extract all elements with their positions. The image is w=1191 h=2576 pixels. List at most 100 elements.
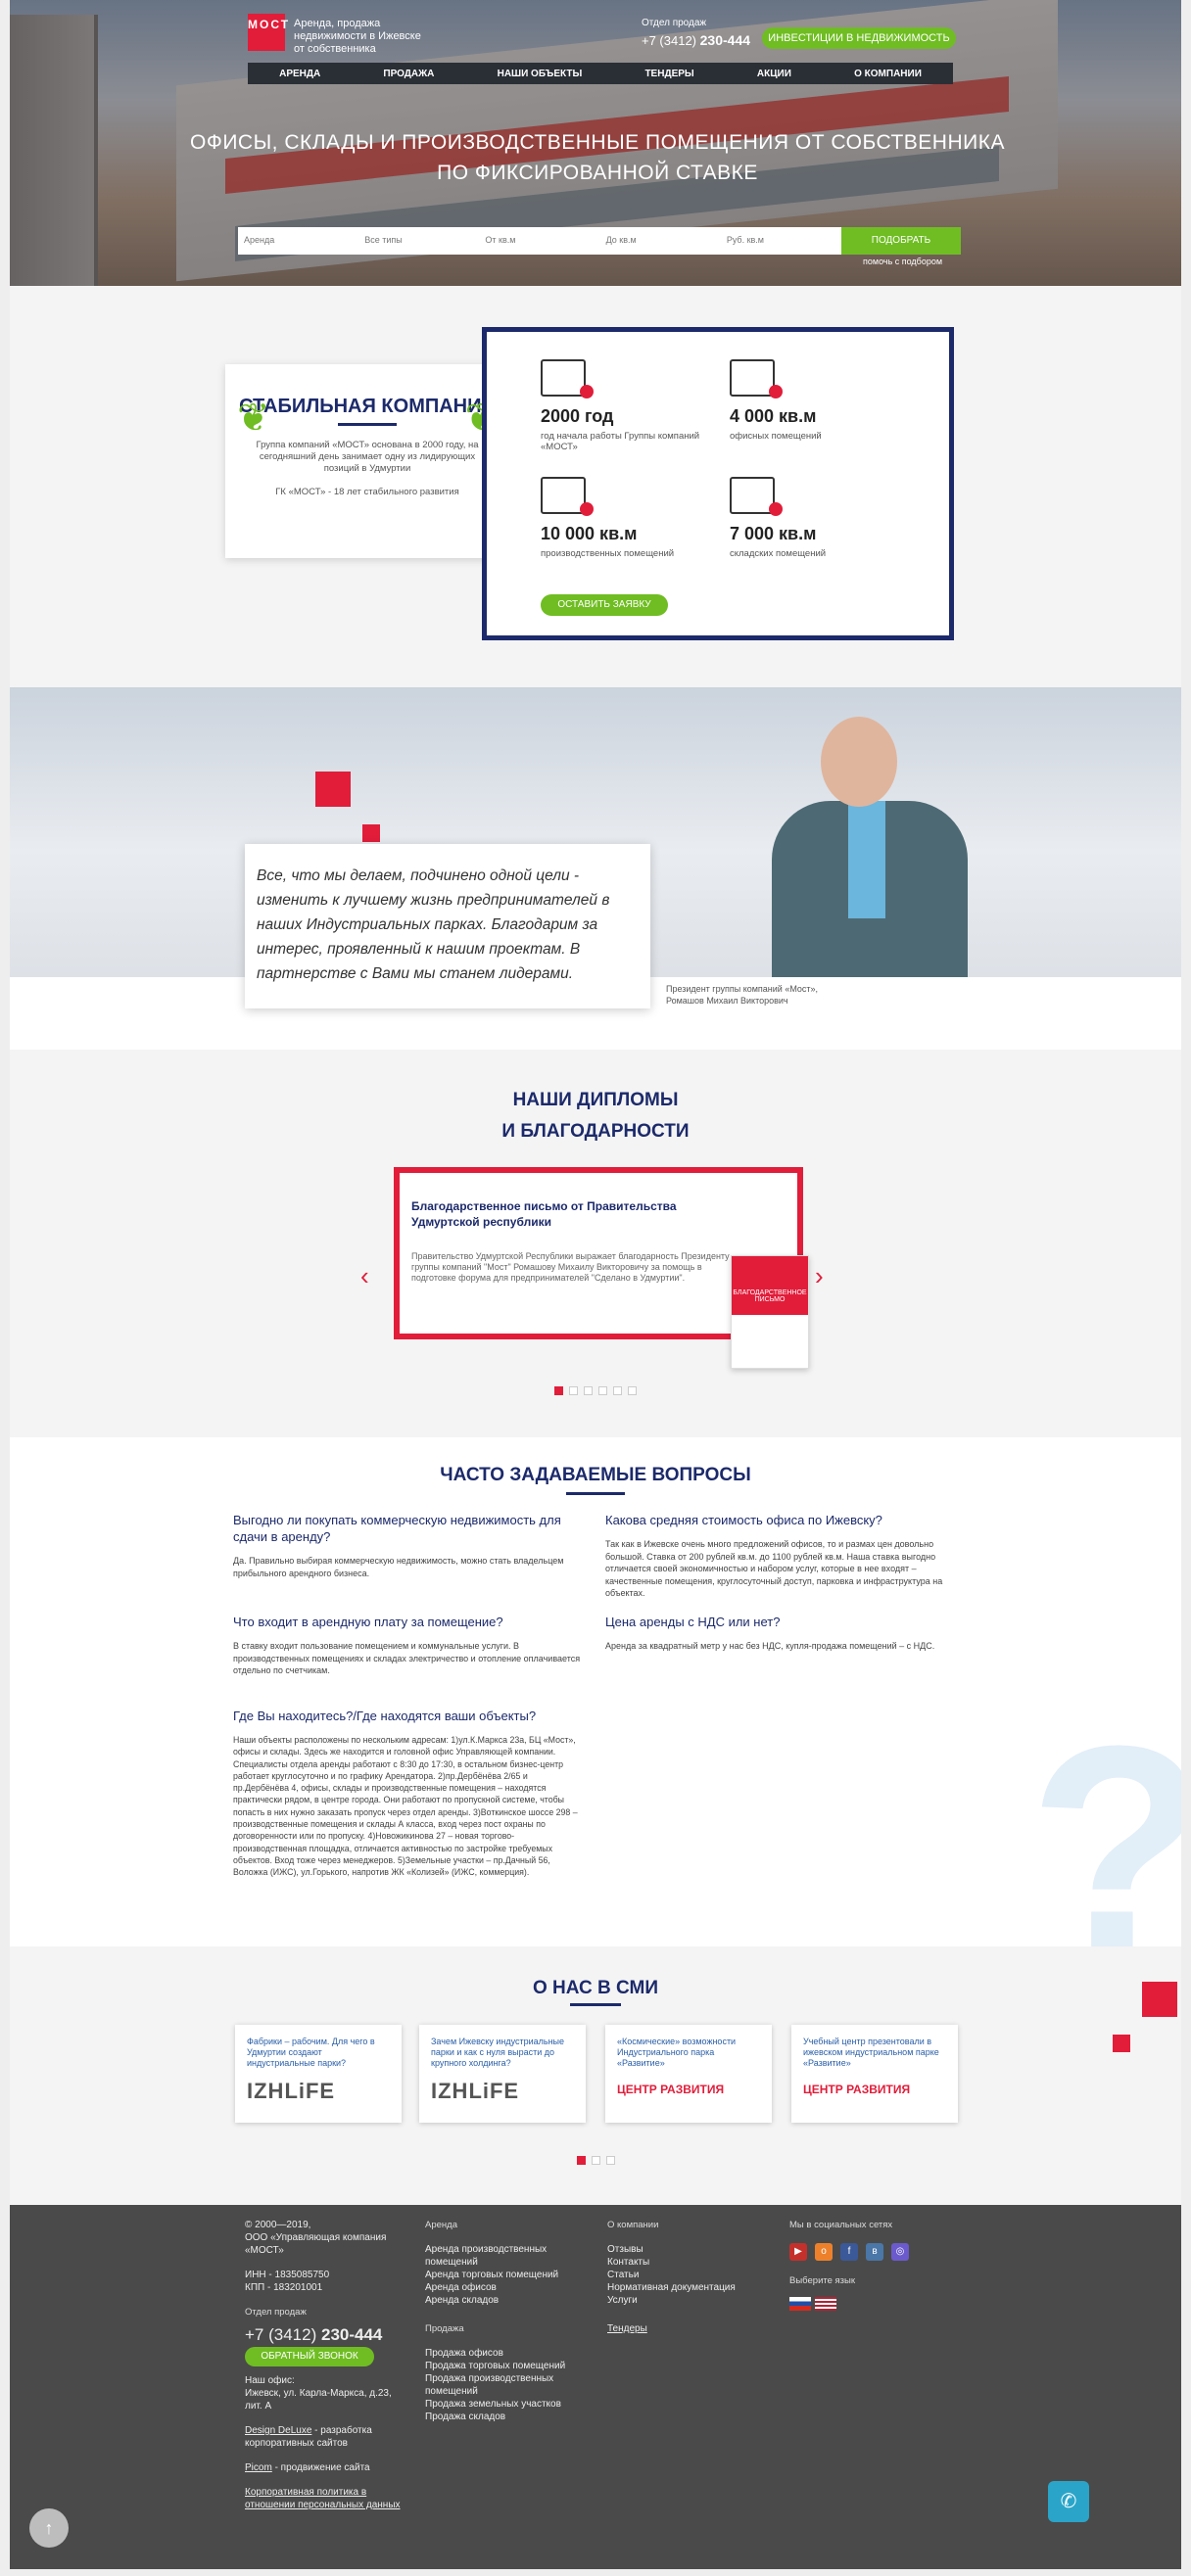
razvitie-logo: ЦЕНТР РАЗВИТИЯ <box>617 2083 725 2096</box>
media-card[interactable]: Учебный центр презентовали в ижевском ин… <box>791 2025 958 2123</box>
youtube-icon[interactable]: ▶ <box>789 2243 807 2261</box>
faq-item: Выгодно ли покупать коммерческую недвижи… <box>233 1513 564 1578</box>
slider-dot[interactable] <box>613 1386 622 1395</box>
facebook-icon[interactable]: f <box>840 2243 858 2261</box>
tenders-link[interactable]: Тендеры <box>607 2322 774 2335</box>
diplomas-section: НАШИ ДИПЛОМЫ И БЛАГОДАРНОСТИ ‹ Благодарс… <box>10 1050 1181 1437</box>
footer-link[interactable]: Статьи <box>607 2269 774 2281</box>
picom-link[interactable]: Picom <box>245 2462 272 2473</box>
faq-item: Где Вы находитесь?/Где находятся ваши об… <box>233 1709 578 1878</box>
nav-item-rent[interactable]: АРЕНДА <box>279 69 320 79</box>
quote-box: Все, что мы делаем, подчинено одной цели… <box>245 844 650 1008</box>
area-to-input[interactable]: До кв.м <box>600 227 721 255</box>
footer-phone[interactable]: +7 (3412) 230-444 <box>245 2326 411 2343</box>
nav-item-tenders[interactable]: ТЕНДЕРЫ <box>644 69 693 79</box>
nav-item-sale[interactable]: ПРОДАЖА <box>383 69 434 79</box>
diploma-text: Правительство Удмуртской Республики выра… <box>411 1251 730 1283</box>
nav-item-promo[interactable]: АКЦИИ <box>757 69 791 79</box>
footer-link[interactable]: Продажа складов <box>425 2411 596 2423</box>
leave-request-button[interactable]: ОСТАВИТЬ ЗАЯВКУ <box>541 594 668 616</box>
slider-dot[interactable] <box>598 1386 607 1395</box>
vk-icon[interactable]: в <box>866 2243 883 2261</box>
russian-flag-icon[interactable] <box>789 2297 811 2311</box>
media-card[interactable]: Зачем Ижевску индустриальные парки и как… <box>419 2025 586 2123</box>
izhlife-logo: IZHLiFE <box>431 2079 520 2103</box>
footer-link[interactable]: Услуги <box>607 2294 774 2307</box>
faq-title: ЧАСТО ЗАДАВАЕМЫЕ ВОПРОСЫ <box>440 1465 751 1485</box>
design-deluxe-link[interactable]: Design DeLuxe <box>245 2425 311 2436</box>
logo-tagline: Аренда, продажа недвижимости в Ижевске о… <box>294 18 421 55</box>
diploma-title: Благодарственное письмо от Правительства… <box>411 1199 677 1229</box>
nav-item-objects[interactable]: НАШИ ОБЪЕКТЫ <box>498 69 583 79</box>
footer-link[interactable]: Нормативная документация <box>607 2281 774 2294</box>
company-logo[interactable]: МОСТ <box>248 14 288 51</box>
faq-item: Что входит в арендную плату за помещение… <box>233 1615 581 1675</box>
footer-link[interactable]: Отзывы <box>607 2243 774 2256</box>
footer-link[interactable]: Продажа производственных помещений <box>425 2372 596 2398</box>
stats-box: 2000 год год начала работы Группы компан… <box>482 327 954 640</box>
privacy-policy-link[interactable]: Корпоративная политика в отношении персо… <box>245 2486 411 2511</box>
president-caption: Президент группы компаний «Мост», Ромашо… <box>666 984 819 1006</box>
price-input[interactable]: Руб. кв.м <box>721 227 841 255</box>
slider-dot[interactable] <box>584 1386 593 1395</box>
diploma-document-image[interactable]: БЛАГОДАРСТВЕННОЕ ПИСЬМО <box>731 1255 809 1369</box>
odnoklassniki-icon[interactable]: o <box>815 2243 833 2261</box>
izhlife-logo: IZHLiFE <box>247 2079 336 2103</box>
callback-button[interactable]: ОБРАТНЫЙ ЗВОНОК <box>245 2347 374 2366</box>
footer-link[interactable]: Аренда торговых помещений <box>425 2269 596 2281</box>
faq-item: Какова средняя стоимость офиса по Ижевск… <box>605 1513 943 1598</box>
footer-link[interactable]: Аренда производственных помещений <box>425 2243 596 2269</box>
footer-link[interactable]: Аренда складов <box>425 2294 596 2307</box>
hero-section: МОСТ Аренда, продажа недвижимости в Ижев… <box>10 0 1181 286</box>
stable-text: Группа компаний «МОСТ» основана в 2000 г… <box>256 440 479 474</box>
scroll-up-icon[interactable]: ↑ <box>29 2508 69 2548</box>
slider-dot[interactable] <box>628 1386 637 1395</box>
laurel-left-icon: ❦ <box>237 397 270 440</box>
diplomas-title: НАШИ ДИПЛОМЫ И БЛАГОДАРНОСТИ <box>501 1090 690 1142</box>
footer-link[interactable]: Продажа торговых помещений <box>425 2360 596 2372</box>
stat-offices: 4 000 кв.м офисных помещений <box>730 359 896 442</box>
quote-text: Все, что мы делаем, подчинено одной цели… <box>257 867 610 982</box>
faq-section: ? ЧАСТО ЗАДАВАЕМЫЕ ВОПРОСЫ Выгодно ли по… <box>10 1437 1181 1946</box>
main-nav: АРЕНДА ПРОДАЖА НАШИ ОБЪЕКТЫ ТЕНДЕРЫ АКЦИ… <box>248 63 953 84</box>
razvitie-logo: ЦЕНТР РАЗВИТИЯ <box>803 2083 911 2096</box>
media-card[interactable]: Фабрики – рабочим. Для чего в Удмуртии с… <box>235 2025 402 2123</box>
slider-dot[interactable] <box>569 1386 578 1395</box>
deal-type-select[interactable]: Аренда <box>238 227 358 255</box>
phone-icon[interactable]: ✆ <box>1048 2481 1089 2522</box>
invest-button[interactable]: ИНВЕСТИЦИИ В НЕДВИЖИМОСТЬ <box>762 27 956 49</box>
footer-link[interactable]: Контакты <box>607 2256 774 2269</box>
footer-link[interactable]: Продажа земельных участков <box>425 2398 596 2411</box>
instagram-icon[interactable]: ◎ <box>891 2243 909 2261</box>
footer-link[interactable]: Аренда офисов <box>425 2281 596 2294</box>
media-slider-dots <box>10 2152 1181 2170</box>
search-form: Аренда Все типы От кв.м До кв.м Руб. кв.… <box>238 227 841 255</box>
slider-prev-icon[interactable]: ‹ <box>360 1261 369 1291</box>
pick-help-link[interactable]: помочь с подбором <box>863 257 942 266</box>
slider-dot[interactable] <box>576 2156 586 2165</box>
president-photo <box>772 717 968 977</box>
stable-years: ГК «МОСТ» - 18 лет стабильного развития <box>275 487 459 497</box>
pick-button[interactable]: ПОДОБРАТЬ <box>841 227 961 255</box>
stat-warehouse: 7 000 кв.м складских помещений <box>730 477 896 559</box>
stat-year: 2000 год год начала работы Группы компан… <box>541 359 707 452</box>
area-from-input[interactable]: От кв.м <box>479 227 599 255</box>
calendar-icon <box>541 359 594 398</box>
slider-dot[interactable] <box>591 2156 600 2165</box>
header-phone: Отдел продаж +7 (3412) 230-444 <box>642 18 751 48</box>
media-card[interactable]: «Космические» возможности Индустриальног… <box>605 2025 772 2123</box>
english-flag-icon[interactable] <box>815 2297 836 2311</box>
question-mark-icon: ? <box>1028 1702 1181 1946</box>
footer: © 2000—2019, ООО «Управляющая компания «… <box>10 2205 1181 2569</box>
nav-item-about[interactable]: О КОМПАНИИ <box>854 69 922 79</box>
footer-link[interactable]: Продажа офисов <box>425 2347 596 2360</box>
hero-title: ОФИСЫ, СКЛАДЫ И ПРОИЗВОДСТВЕННЫЕ ПОМЕЩЕН… <box>190 131 1005 184</box>
slider-dot[interactable] <box>554 1386 563 1395</box>
stable-company-card: ❦ ❦ СТАБИЛЬНАЯ КОМПАНИЯ Группа компаний … <box>225 364 509 558</box>
footer-social-col: Мы в социальных сетях ▶ o f в ◎ Выберите язы… <box>789 2219 956 2315</box>
faq-item: Цена аренды с НДС или нет? Аренда за ква… <box>605 1615 935 1651</box>
type-select[interactable]: Все типы <box>358 227 479 255</box>
slider-dot[interactable] <box>605 2156 615 2165</box>
slider-next-icon[interactable]: › <box>815 1261 824 1291</box>
stat-production: 10 000 кв.м производственных помещений <box>541 477 707 559</box>
